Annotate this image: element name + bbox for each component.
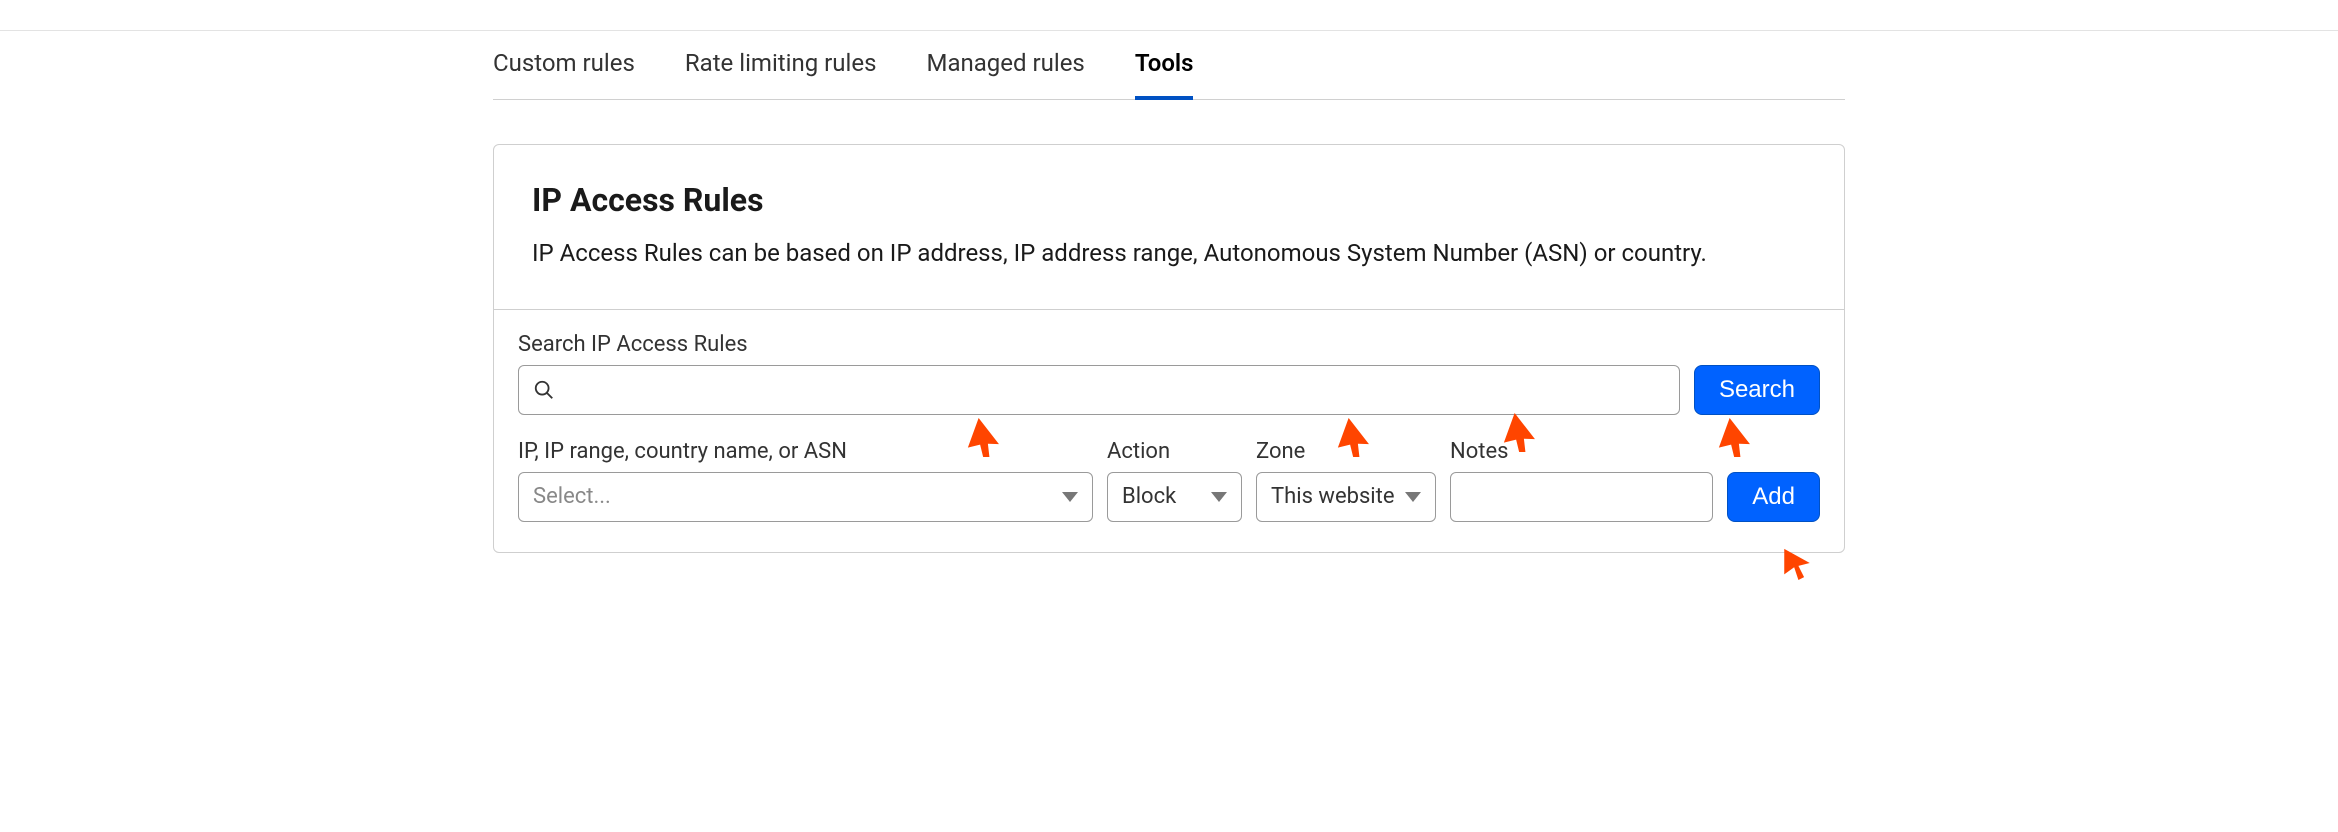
ip-select-value: Select... bbox=[533, 484, 611, 509]
tab-rate-limiting[interactable]: Rate limiting rules bbox=[685, 31, 877, 99]
zone-select[interactable]: This website bbox=[1256, 472, 1436, 522]
action-select-value: Block bbox=[1122, 484, 1176, 509]
tab-custom-rules[interactable]: Custom rules bbox=[493, 31, 635, 99]
search-label: Search IP Access Rules bbox=[518, 332, 1820, 357]
cursor-arrow-icon bbox=[1780, 546, 1814, 580]
notes-field-label: Notes bbox=[1450, 439, 1713, 464]
search-input-wrapper[interactable] bbox=[518, 365, 1680, 415]
add-button[interactable]: Add bbox=[1727, 472, 1820, 522]
panel-title: IP Access Rules bbox=[532, 181, 1806, 219]
zone-select-value: This website bbox=[1271, 484, 1395, 509]
zone-field-label: Zone bbox=[1256, 439, 1436, 464]
tab-managed-rules[interactable]: Managed rules bbox=[926, 31, 1084, 99]
tab-tools[interactable]: Tools bbox=[1135, 31, 1194, 99]
action-field-label: Action bbox=[1107, 439, 1242, 464]
tabs-nav: Custom rules Rate limiting rules Managed… bbox=[493, 31, 1845, 100]
search-button[interactable]: Search bbox=[1694, 365, 1820, 415]
panel-description: IP Access Rules can be based on IP addre… bbox=[532, 237, 1806, 271]
ip-select[interactable]: Select... bbox=[518, 472, 1093, 522]
action-select[interactable]: Block bbox=[1107, 472, 1242, 522]
ip-access-rules-panel: IP Access Rules IP Access Rules can be b… bbox=[493, 144, 1845, 553]
chevron-down-icon bbox=[1405, 492, 1421, 502]
chevron-down-icon bbox=[1211, 492, 1227, 502]
search-input[interactable] bbox=[565, 377, 1665, 403]
search-icon bbox=[533, 379, 555, 401]
chevron-down-icon bbox=[1062, 492, 1078, 502]
ip-field-label: IP, IP range, country name, or ASN bbox=[518, 439, 1093, 464]
notes-input[interactable] bbox=[1450, 472, 1713, 522]
